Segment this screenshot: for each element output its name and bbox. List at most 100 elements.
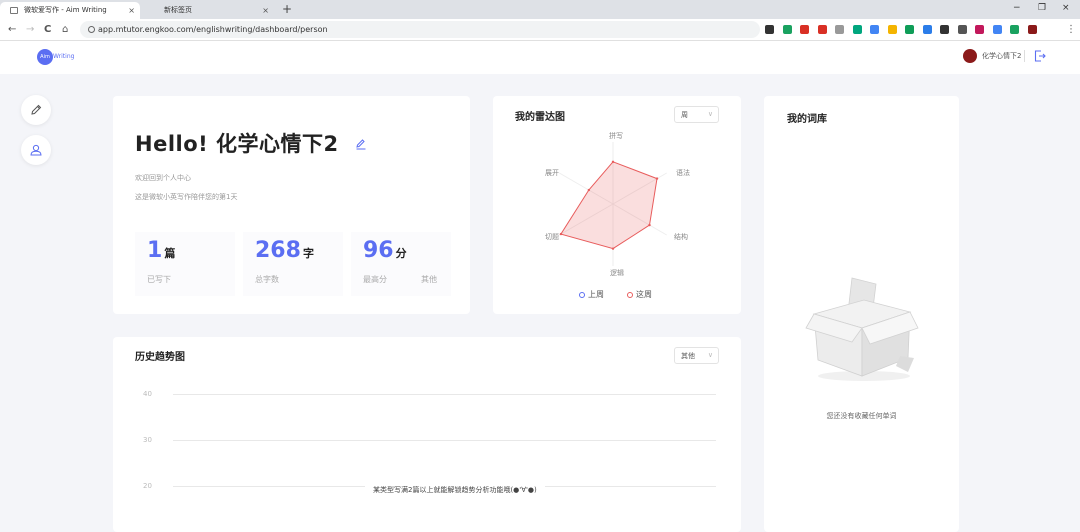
profile-card: Hello! 化学心情下2 欢迎回到个人中心 这是微软小英写作陪伴您的第1天 1… [113,96,470,314]
radar-axis-label: 逻辑 [610,269,624,277]
window-close-button[interactable]: × [1062,2,1070,14]
browser-tab-aim-writing[interactable]: 微软爱写作 - Aim Writing × [0,2,140,19]
stat-label: 已写下 [147,275,171,284]
unlock-message: 某类型写满2篇以上就能解锁趋势分析功能哦(●'∀'●) [365,485,545,495]
username[interactable]: 化学心情下2 [982,51,1021,61]
new-tab-button[interactable]: + [282,2,292,17]
y-tick: 40 [143,390,152,398]
browser-menu-button[interactable]: ⋮ [1066,22,1076,37]
gridline [173,394,716,395]
extension-icon[interactable] [992,25,1002,34]
empty-state-text: 您还没有收藏任何单词 [826,412,897,420]
extension-icon[interactable] [975,25,984,34]
y-tick: 30 [143,436,152,444]
radar-data-point [648,223,651,227]
legend-marker [579,292,585,298]
stat-words: 268 字 总字数 [243,232,343,296]
extension-icon[interactable] [887,25,897,34]
radar-data-point [611,247,615,250]
logout-icon[interactable] [1034,50,1046,62]
pencil-icon [31,104,42,115]
empty-box-icon [805,277,919,381]
legend-label: 上周 [588,290,604,299]
extension-icon[interactable] [1027,25,1037,34]
vocab-card: 我的词库 您还没有收藏任何单词 [764,96,959,532]
radar-chart [559,142,667,266]
history-title: 历史趋势图 [135,352,185,363]
extension-icon[interactable] [800,25,809,34]
stat-top-score: 96 分 最高分 其他 [351,232,451,296]
stat-category-link[interactable]: 其他 [421,274,437,285]
legend-marker [627,292,633,298]
radar-data-point [587,188,591,192]
logo-text: Writing [53,53,75,60]
days-text: 这是微软小英写作陪伴您的第1天 [135,193,238,201]
extension-icon[interactable] [870,25,879,34]
back-button[interactable]: ← [8,22,16,37]
radar-data-point [559,232,563,236]
minimize-button[interactable]: − [1013,2,1021,14]
stat-articles: 1篇 已写下 [135,232,235,296]
category-select[interactable]: 其他 ∨ [674,347,719,364]
stat-value: 1 [147,238,163,263]
radar-series-area [560,161,658,250]
radar-axis-label: 拼写 [609,132,623,140]
radar-card: 我的雷达图 周 ∨ 拼写 语法 结构 逻辑 切题 展开 上周 这周 [493,96,741,314]
url-text: app.mtutor.engkoo.com/englishwriting/das… [98,25,328,34]
extension-icon[interactable] [922,25,932,34]
extension-icon[interactable] [940,25,949,34]
chevron-down-icon: ∨ [707,351,713,359]
write-button[interactable] [21,95,51,125]
extension-icon[interactable] [1010,25,1019,34]
close-icon[interactable]: × [128,2,135,19]
page-icon [150,7,158,14]
select-value: 其他 [681,352,695,360]
radar-data-point [611,160,615,164]
avatar[interactable] [963,49,977,63]
radar-data-point [655,177,659,180]
logo-mark: Aim [37,49,53,65]
legend-this-week[interactable]: 这周 [627,289,652,300]
radar-axis-label: 展开 [545,169,559,177]
extension-icon[interactable] [852,25,862,34]
forward-button[interactable]: → [26,22,34,37]
tab-title: 新标签页 [164,6,192,14]
greeting: Hello! 化学心情下2 [135,132,339,156]
welcome-text: 欢迎回到个人中心 [135,174,191,182]
vocab-title: 我的词库 [787,114,827,125]
profile-button[interactable] [21,135,51,165]
browser-tab-bar: 微软爱写作 - Aim Writing × 新标签页 × + − ❐ × [0,0,1080,19]
stat-unit: 字 [302,247,314,260]
radar-axis-label: 结构 [674,233,688,241]
extension-icon[interactable] [765,25,774,34]
browser-tab-new[interactable]: 新标签页 × [140,2,274,19]
address-bar[interactable]: app.mtutor.engkoo.com/englishwriting/das… [80,21,760,38]
radar-axis-label: 切题 [545,233,559,241]
page-icon [10,7,18,14]
extension-icon[interactable] [957,25,967,34]
stat-label: 总字数 [255,275,279,284]
restore-button[interactable]: ❐ [1038,2,1046,14]
history-card: 历史趋势图 其他 ∨ 40 30 20 某类型写满2篇以上就能解锁趋势分析功能哦… [113,337,741,532]
extension-icon[interactable] [835,25,844,34]
edit-icon[interactable] [355,138,367,150]
stat-unit: 分 [395,247,407,260]
legend-last-week[interactable]: 上周 [579,289,604,300]
extension-icon[interactable] [817,25,827,34]
reload-button[interactable]: C [44,22,51,37]
info-icon[interactable] [88,26,95,33]
user-icon [30,144,42,156]
stat-unit: 篇 [164,247,176,260]
extension-icon[interactable] [905,25,914,34]
tab-title: 微软爱写作 - Aim Writing [24,6,107,14]
divider [1024,50,1025,62]
stat-value: 268 [255,238,301,263]
radar-axis-label: 语法 [676,169,690,177]
app-header: Aim Writing 化学心情下2 [0,41,1080,74]
extension-icon[interactable] [782,25,792,34]
gridline [173,440,716,441]
legend-label: 这周 [636,290,652,299]
close-icon[interactable]: × [262,2,269,19]
y-tick: 20 [143,482,152,490]
home-button[interactable]: ⌂ [62,22,68,37]
